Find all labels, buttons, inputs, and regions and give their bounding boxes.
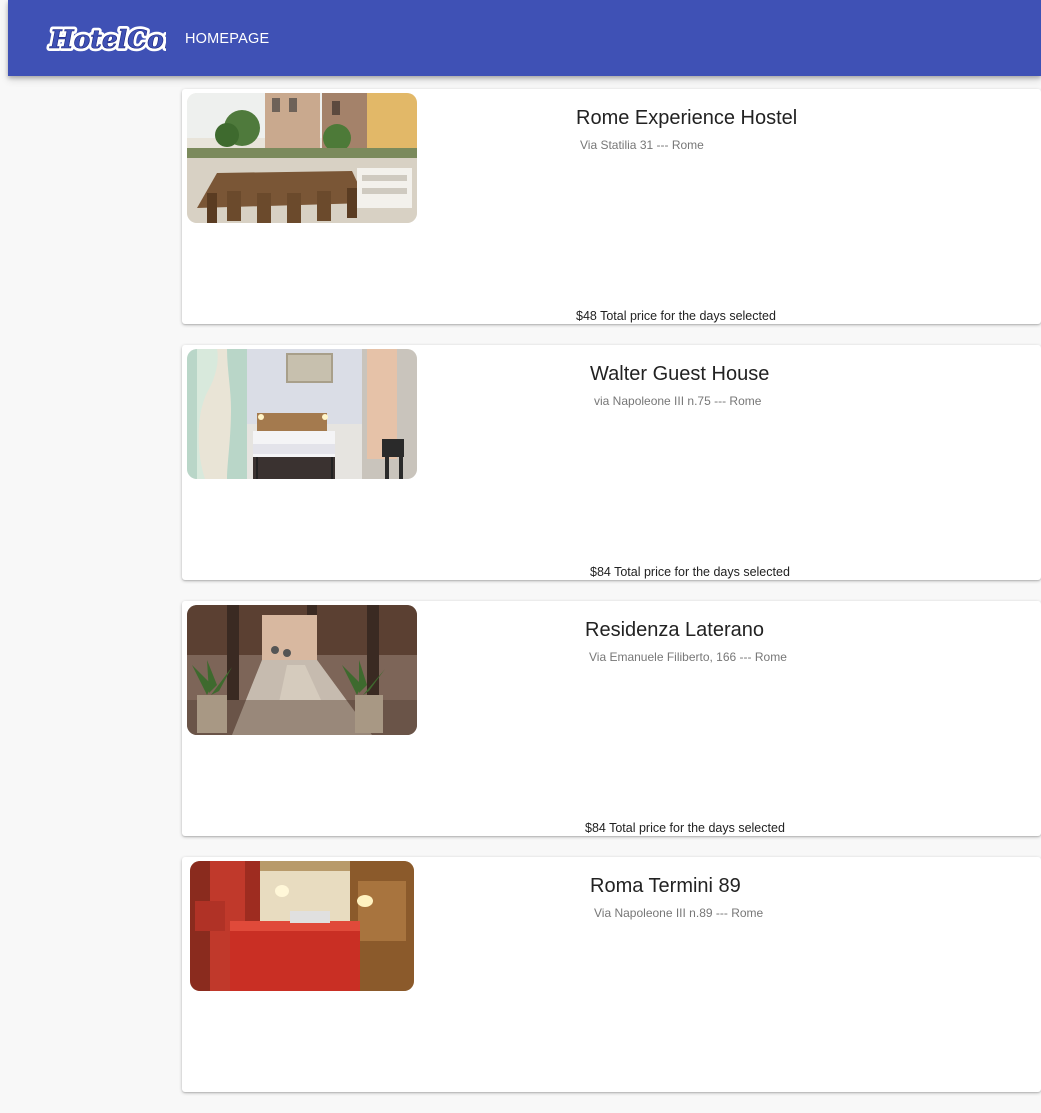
hotel-info: Roma Termini 89 Via Napoleone III n.89 -… [590, 875, 763, 920]
hotel-info: Residenza Laterano Via Emanuele Filibert… [585, 619, 787, 664]
hotel-address: via Napoleone III n.75 --- Rome [594, 394, 762, 408]
hotel-card[interactable]: Roma Termini 89 Via Napoleone III n.89 -… [182, 857, 1041, 1092]
hotel-photo[interactable] [187, 605, 417, 735]
hotel-name[interactable]: Residenza Laterano [585, 619, 787, 642]
hotel-address: Via Statilia 31 --- Rome [580, 138, 704, 152]
nav-homepage-link[interactable]: HOMEPAGE [185, 31, 269, 47]
hotel-info: Rome Experience Hostel Via Statilia 31 -… [576, 107, 797, 152]
hotel-card[interactable]: Residenza Laterano Via Emanuele Filibert… [182, 601, 1041, 836]
hotel-name[interactable]: Rome Experience Hostel [576, 107, 797, 130]
hotel-list: Rome Experience Hostel Via Statilia 31 -… [182, 89, 1041, 1113]
hotelcom-logo[interactable]: HotelCom HotelCom [46, 19, 166, 59]
hotel-photo[interactable] [187, 93, 417, 223]
hotel-address: Via Napoleone III n.89 --- Rome [594, 906, 764, 920]
hotel-price: $84 Total price for the days selected [590, 565, 790, 579]
svg-text:HotelCom: HotelCom [49, 25, 166, 54]
hotel-price: $84 Total price for the days selected [585, 821, 785, 835]
hotel-info: Walter Guest House via Napoleone III n.7… [590, 363, 769, 408]
hotel-card[interactable]: Walter Guest House via Napoleone III n.7… [182, 345, 1041, 580]
hotel-name[interactable]: Walter Guest House [590, 363, 769, 386]
hotel-price: $48 Total price for the days selected [576, 309, 776, 323]
app-bar: HotelCom HotelCom HOMEPAGE [8, 0, 1041, 76]
hotel-card[interactable]: Rome Experience Hostel Via Statilia 31 -… [182, 89, 1041, 324]
hotel-photo[interactable] [190, 861, 414, 991]
hotel-name[interactable]: Roma Termini 89 [590, 875, 763, 898]
hotel-photo[interactable] [187, 349, 417, 479]
hotel-address: Via Emanuele Filiberto, 166 --- Rome [589, 650, 787, 664]
